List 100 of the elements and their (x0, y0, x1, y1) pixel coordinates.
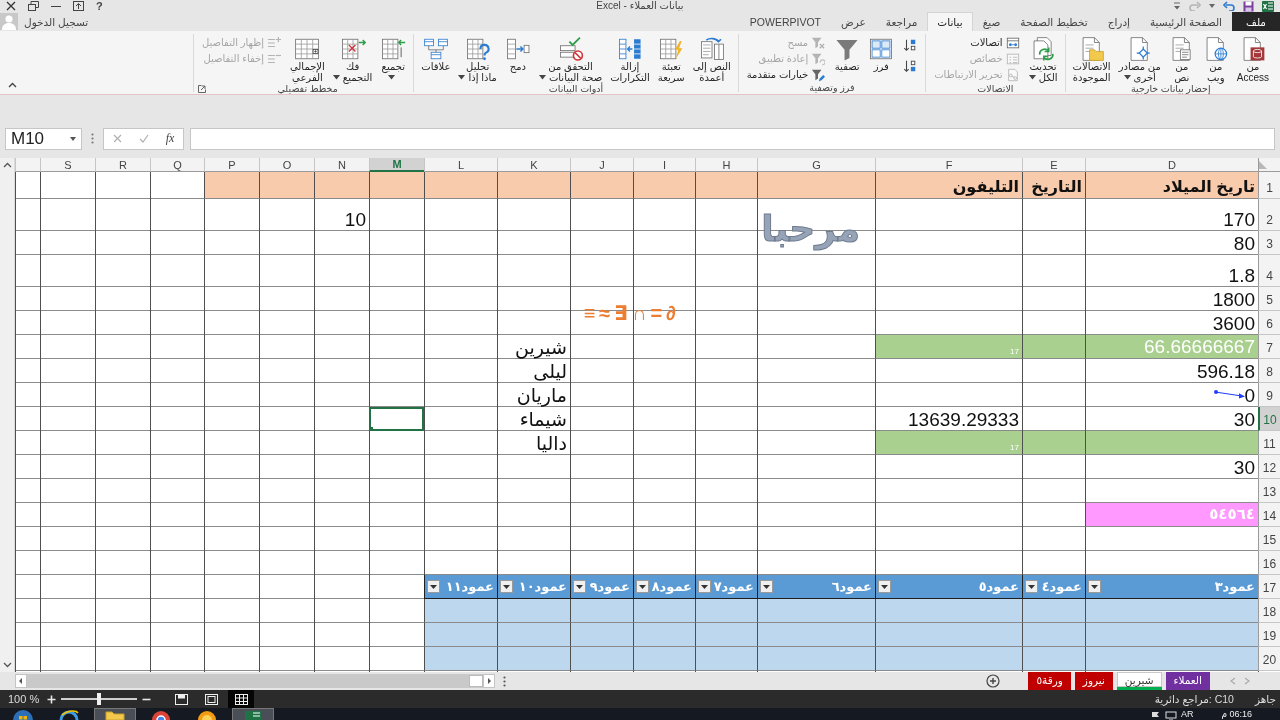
column-header[interactable]: J (570, 158, 633, 172)
row-header[interactable]: 4 (1258, 255, 1280, 287)
active-cell[interactable] (369, 407, 424, 431)
ribbon-button[interactable]: تجميع (377, 35, 410, 83)
grip-dots-icon[interactable] (503, 675, 506, 687)
ribbon-tab[interactable]: ملف (1232, 12, 1280, 31)
insert-function-button[interactable]: fx (165, 131, 175, 146)
column-header[interactable]: N (314, 158, 369, 172)
scroll-thumb[interactable] (469, 675, 483, 687)
row-header[interactable]: 13 (1258, 479, 1280, 503)
filter-dropdown-button[interactable] (573, 580, 586, 593)
ribbon-tab[interactable]: مراجعة (875, 12, 928, 31)
ribbon-button[interactable]: من مصادر أخرى (1115, 35, 1164, 83)
sign-in-link[interactable]: تسجيل الدخول (24, 15, 89, 28)
row-header[interactable]: 12 (1258, 455, 1280, 479)
column-header[interactable]: Q (150, 158, 204, 172)
network-icon[interactable] (1164, 711, 1177, 720)
row-header[interactable]: 15 (1258, 527, 1280, 551)
name-box[interactable]: M10 (5, 127, 82, 150)
filter-dropdown-button[interactable] (500, 580, 513, 593)
ribbon-button[interactable]: التحقق من صحة البيانات (535, 35, 606, 83)
scroll-right-icon[interactable] (483, 674, 495, 688)
ribbon-button[interactable]: دمج (501, 35, 534, 73)
ribbon-button[interactable]: تحديث الكل (1025, 35, 1061, 83)
ribbon-tab[interactable]: عرض (831, 12, 876, 31)
column-header[interactable]: G (757, 158, 875, 172)
sheet-tab[interactable]: شيرين (1116, 672, 1162, 690)
sheet-tab[interactable]: نيروز (1074, 672, 1113, 690)
ribbon-button[interactable]: من نص (1165, 35, 1198, 83)
ribbon-button[interactable]: فرز (865, 35, 898, 73)
ribbon-tab[interactable]: تخطيط الصفحة (1010, 12, 1098, 31)
ribbon-button[interactable]: فك التجميع (329, 35, 376, 83)
row-header[interactable]: 16 (1258, 551, 1280, 575)
ribbon-tab[interactable]: صيغ (972, 12, 1011, 31)
zoom-slider-thumb[interactable] (97, 693, 102, 705)
column-header[interactable]: P (204, 158, 259, 172)
row-header[interactable]: 3 (1258, 231, 1280, 255)
row-header[interactable]: 18 (1258, 599, 1280, 623)
filter-dropdown-button[interactable] (427, 580, 440, 593)
column-header[interactable]: O (259, 158, 314, 172)
column-header[interactable]: F (875, 158, 1022, 172)
column-header[interactable]: H (695, 158, 757, 172)
ribbon-tab[interactable]: POWERPIVOT (739, 12, 832, 31)
filter-dropdown-button[interactable] (698, 580, 711, 593)
ribbon-button[interactable]: تحليل ماذا إذا (455, 35, 500, 83)
restore-icon[interactable] (28, 1, 39, 11)
column-header[interactable]: I (633, 158, 695, 172)
row-header[interactable]: 19 (1258, 623, 1280, 647)
customize-icon[interactable] (1173, 2, 1181, 10)
filter-dropdown-button[interactable] (1088, 580, 1101, 593)
sheet-tab[interactable]: ورقة٥ (1028, 672, 1071, 690)
column-header[interactable]: L (424, 158, 497, 172)
close-icon[interactable] (6, 1, 16, 11)
zoom-level[interactable]: 100 % (8, 693, 40, 705)
scroll-down-icon[interactable] (1, 661, 13, 669)
horizontal-scrollbar[interactable] (15, 674, 495, 688)
ribbon-button[interactable]: تعبئة سريعة (654, 35, 688, 83)
row-header[interactable]: 9 (1258, 383, 1280, 407)
flag-icon[interactable] (1150, 711, 1161, 720)
row-header[interactable]: 2 (1258, 199, 1280, 231)
ribbon-button[interactable]: خيارات متقدمة (744, 67, 828, 82)
view-button[interactable] (228, 690, 255, 708)
caret-icon[interactable] (1209, 4, 1215, 8)
ribbon-button[interactable]: تصفية (831, 35, 864, 73)
formula-input[interactable] (190, 127, 1275, 150)
column-header[interactable]: E (1022, 158, 1085, 172)
filter-dropdown-button[interactable] (760, 580, 773, 593)
undo-icon[interactable] (1223, 1, 1235, 11)
ribbon-tab[interactable]: بيانات (927, 12, 973, 31)
row-header[interactable]: 5 (1258, 287, 1280, 311)
row-header[interactable]: 8 (1258, 359, 1280, 383)
ribbon-button[interactable]: النص إلى أعمدة (689, 35, 734, 83)
add-sheet-icon[interactable] (986, 674, 1001, 688)
row-header[interactable]: 14 (1258, 503, 1280, 527)
row-header[interactable]: 20 (1258, 647, 1280, 671)
clock-text[interactable]: 06:16 م (1221, 708, 1252, 720)
ribbon-tab[interactable]: إدراج (1097, 12, 1140, 31)
help-button[interactable]: ? (96, 0, 103, 12)
ribbon-button[interactable]: إزالة التكرارات (607, 35, 653, 83)
language-indicator[interactable]: AR (1180, 708, 1194, 720)
dialog-launcher-icon[interactable] (197, 84, 206, 93)
row-header[interactable]: 10 (1258, 407, 1280, 431)
row-header[interactable]: 7 (1258, 335, 1280, 359)
column-header[interactable]: S (40, 158, 95, 172)
row-header[interactable]: 1 (1258, 172, 1280, 199)
filter-dropdown-button[interactable] (878, 580, 891, 593)
ribbon-button[interactable]: الإجمالي الفرعي (286, 35, 328, 83)
column-header[interactable]: D (1085, 158, 1258, 172)
vertical-scrollbar[interactable] (0, 158, 15, 672)
filter-dropdown-button[interactable] (636, 580, 649, 593)
ribbon-button[interactable]: اتصالات (932, 35, 1022, 50)
column-header[interactable]: R (95, 158, 150, 172)
filter-dropdown-button[interactable] (1025, 580, 1038, 593)
grip-dots-icon[interactable] (91, 133, 94, 144)
row-header[interactable]: 6 (1258, 311, 1280, 335)
ribbon-button[interactable]: الاتصالات الموجودة (1069, 35, 1114, 83)
row-header[interactable]: 11 (1258, 431, 1280, 455)
ribbon-tab[interactable]: الصفحة الرئيسية (1140, 12, 1232, 31)
column-header[interactable]: M (369, 158, 424, 172)
scroll-left-icon[interactable] (15, 674, 27, 688)
